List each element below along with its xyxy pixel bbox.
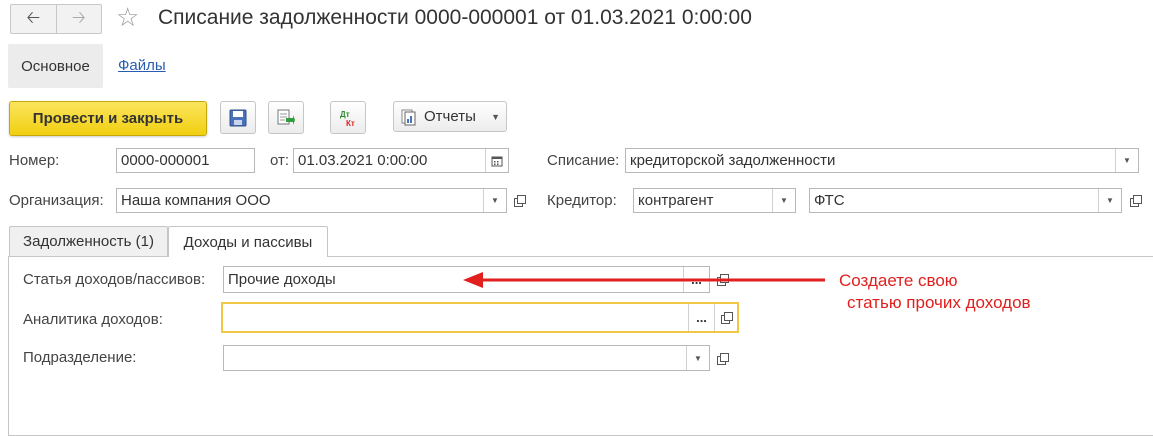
page-title: Списание задолженности 0000-000001 от 01… <box>158 6 752 29</box>
organization-value: Наша компания ООО <box>121 192 271 209</box>
chevron-down-icon[interactable]: ▼ <box>1115 149 1138 172</box>
tab-debt[interactable]: Задолженность (1) <box>9 226 168 256</box>
division-value <box>224 346 686 370</box>
chevron-down-icon: ▼ <box>491 111 500 122</box>
article-label: Статья доходов/пассивов: <box>23 271 206 288</box>
reports-button[interactable]: Отчеты ▼ <box>393 101 507 132</box>
section-tab-main[interactable]: Основное <box>8 44 103 88</box>
kt-label: Кт <box>346 119 355 128</box>
open-icon <box>720 312 733 324</box>
number-label: Номер: <box>9 152 60 169</box>
dt-label: Дт <box>340 110 350 119</box>
open-creditor-button[interactable] <box>1124 188 1146 213</box>
analytics-field[interactable]: ... <box>221 302 739 333</box>
number-field[interactable]: 0000-000001 <box>116 148 255 173</box>
annotation-line-2: статью прочих доходов <box>847 293 1031 312</box>
analytics-value <box>223 304 688 331</box>
open-division-button[interactable] <box>711 345 733 371</box>
open-icon <box>1129 195 1142 207</box>
chevron-down-icon[interactable]: ▼ <box>686 346 709 370</box>
chevron-down-icon[interactable]: ▼ <box>483 189 506 212</box>
organization-label: Организация: <box>9 192 104 209</box>
navigation-buttons: 🡠 🡢 <box>10 4 102 34</box>
open-organization-button[interactable] <box>508 188 530 213</box>
arrow-left-icon[interactable]: 🡠 <box>11 5 56 33</box>
annotation-line-1: Создаете свою <box>839 271 958 290</box>
reports-label: Отчеты <box>424 108 476 125</box>
post-document-icon <box>277 109 295 125</box>
star-icon[interactable]: ☆ <box>116 3 139 31</box>
date-label: от: <box>270 152 290 169</box>
division-select[interactable]: ▼ <box>223 345 710 371</box>
analytics-label: Аналитика доходов: <box>23 311 163 328</box>
date-value: 01.03.2021 0:00:00 <box>298 152 428 169</box>
calendar-icon[interactable] <box>485 149 508 172</box>
select-dots-button[interactable]: ... <box>688 304 714 331</box>
section-tab-files[interactable]: Файлы <box>118 57 166 74</box>
division-label: Подразделение: <box>23 349 137 366</box>
annotation-arrow <box>463 272 825 288</box>
post-and-close-button[interactable]: Провести и закрыть <box>9 101 207 136</box>
dt-kt-button[interactable]: Дт Кт <box>330 101 366 134</box>
reports-icon <box>401 109 416 125</box>
writeoff-label: Списание: <box>547 152 620 169</box>
open-icon <box>716 352 729 365</box>
creditor-type-select[interactable]: контрагент ▼ <box>633 188 796 213</box>
creditor-type-value: контрагент <box>638 192 714 209</box>
writeoff-value: кредиторской задолженности <box>630 152 836 169</box>
organization-field[interactable]: Наша компания ООО ▼ <box>116 188 507 213</box>
dt-kt-icon: Дт Кт <box>340 110 355 128</box>
save-button[interactable] <box>220 101 256 134</box>
tab-income-liabilities[interactable]: Доходы и пассивы <box>168 226 328 257</box>
post-button[interactable] <box>268 101 304 134</box>
date-field[interactable]: 01.03.2021 0:00:00 <box>293 148 509 173</box>
chevron-down-icon[interactable]: ▼ <box>772 189 795 212</box>
arrow-right-icon[interactable]: 🡢 <box>55 5 102 33</box>
number-value: 0000-000001 <box>121 152 210 169</box>
writeoff-select[interactable]: кредиторской задолженности ▼ <box>625 148 1139 173</box>
open-icon <box>513 195 526 207</box>
chevron-down-icon[interactable]: ▼ <box>1098 189 1121 212</box>
creditor-value: ФТС <box>814 192 845 209</box>
creditor-field[interactable]: ФТС ▼ <box>809 188 1122 213</box>
save-icon <box>229 109 247 126</box>
open-analytics-button[interactable] <box>714 304 737 331</box>
creditor-label: Кредитор: <box>547 192 617 209</box>
